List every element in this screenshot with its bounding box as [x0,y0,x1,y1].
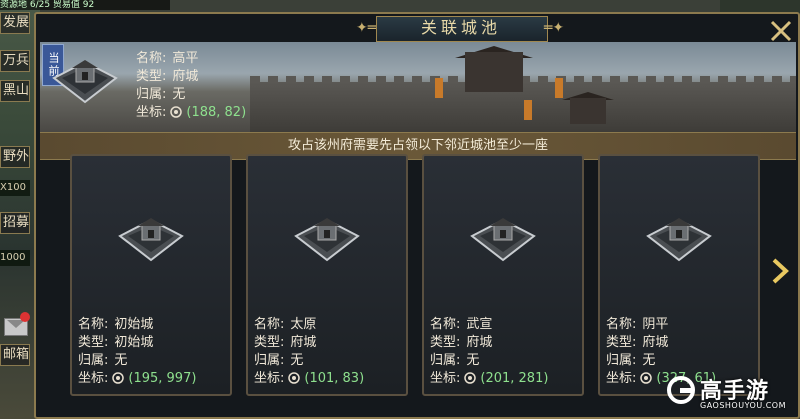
current-city-coord[interactable]: (188, 82) [186,105,246,120]
flag [524,100,532,120]
city-name: 初始城 [114,317,154,332]
city-card[interactable]: 名称: 阴平 类型: 府城 归属: 无 坐标: (327, 61) [598,154,760,396]
city-name: 阴平 [642,317,669,332]
city-coord[interactable]: (101, 83) [304,371,364,386]
resource-bar: 资源地 6/25 贸易值 92 [0,0,170,10]
city-type: 府城 [290,335,317,350]
city-info: 名称: 武宣 类型: 府城 归属: 无 坐标: (201, 281) [430,316,548,388]
owner-label: 归属: [430,353,461,368]
owner-label: 归属: [136,87,167,102]
type-label: 类型: [136,69,167,84]
name-label: 名称: [78,317,109,332]
side-value-2: 1000 [0,250,30,266]
side-tab-heishan[interactable]: 黑山 [0,80,30,102]
location-pin-icon[interactable] [640,372,653,384]
city-card[interactable]: 名称: 初始城 类型: 初始城 归属: 无 坐标: (195, 997) [70,154,232,396]
city-fortress-icon [646,218,712,262]
flag [555,78,563,98]
city-type: 初始城 [114,335,154,350]
city-coord[interactable]: (195, 997) [128,371,196,386]
current-city-name: 高平 [172,51,199,66]
city-fortress-icon [52,60,118,104]
header-banner: 当前 名称: 高平 类型: 府城 归属: 无 坐标: (188, 82) [40,42,796,132]
dialog-title: 关联城池 [420,18,501,37]
small-tower [570,98,606,124]
coord-label: 坐标: [606,371,637,386]
type-label: 类型: [78,335,109,350]
side-tab-field[interactable]: 野外 [0,146,30,168]
coord-label: 坐标: [430,371,461,386]
type-label: 类型: [430,335,461,350]
dialog-title-bar: ✦═ 关联城池 ═✦ [356,14,566,48]
side-tab-mailbox[interactable]: 邮箱 [0,344,30,366]
side-tab-recruit[interactable]: 招募 [0,212,30,234]
owner-label: 归属: [254,353,285,368]
name-label: 名称: [606,317,637,332]
city-card[interactable]: 名称: 武宣 类型: 府城 归属: 无 坐标: (201, 281) [422,154,584,396]
side-value-1: X100 [0,180,30,196]
city-owner: 无 [114,353,128,368]
current-city-type: 府城 [172,69,199,84]
close-icon[interactable] [766,16,796,46]
gaoshouyou-logo-icon [667,376,695,404]
related-cities-dialog: 当前 名称: 高平 类型: 府城 归属: 无 坐标: (188, 82) ✦═ 关联城池… [34,12,800,419]
city-info: 名称: 初始城 类型: 初始城 归属: 无 坐标: (195, 997) [78,316,196,388]
city-coord[interactable]: (201, 281) [480,371,548,386]
city-fortress-icon [294,218,360,262]
coord-label: 坐标: [78,371,109,386]
side-tab-develop[interactable]: 发展 [0,12,30,34]
flag [435,78,443,98]
city-name: 武宣 [466,317,493,332]
side-tab-troops[interactable]: 万兵 [0,50,30,72]
city-fortress-icon [470,218,536,262]
city-owner: 无 [466,353,480,368]
city-fortress-icon [118,218,184,262]
chevron-right-icon[interactable] [768,256,792,286]
city-card[interactable]: 名称: 太原 类型: 府城 归属: 无 坐标: (101, 83) [246,154,408,396]
owner-label: 归属: [78,353,109,368]
city-type: 府城 [466,335,493,350]
city-wall [250,82,796,132]
mail-badge [20,312,30,322]
city-owner: 无 [290,353,304,368]
location-pin-icon[interactable] [288,372,301,384]
city-name: 太原 [290,317,317,332]
watermark: 高手游 GAOSHOUYOU.COM [666,371,796,415]
location-pin-icon[interactable] [464,372,477,384]
gate-tower [465,52,523,92]
owner-label: 归属: [606,353,637,368]
coord-label: 坐标: [254,371,285,386]
city-type: 府城 [642,335,669,350]
name-label: 名称: [430,317,461,332]
type-label: 类型: [606,335,637,350]
location-pin-icon[interactable] [170,106,183,118]
type-label: 类型: [254,335,285,350]
name-label: 名称: [254,317,285,332]
title-ornament-right-icon: ═✦ [544,20,565,36]
location-pin-icon[interactable] [112,372,125,384]
coord-label: 坐标: [136,105,167,120]
current-city-info: 名称: 高平 类型: 府城 归属: 无 坐标: (188, 82) [136,50,246,122]
watermark-subtext: GAOSHOUYOU.COM [700,401,787,410]
name-label: 名称: [136,51,167,66]
current-city-owner: 无 [172,87,186,102]
city-info: 名称: 太原 类型: 府城 归属: 无 坐标: (101, 83) [254,316,364,388]
city-owner: 无 [642,353,656,368]
